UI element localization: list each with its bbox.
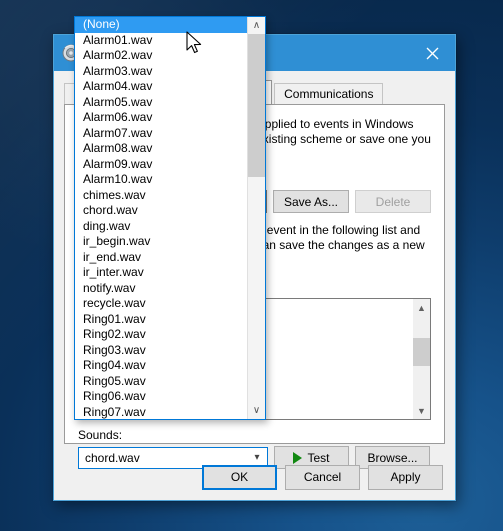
dropdown-item[interactable]: Ring07.wav	[75, 405, 247, 420]
cancel-button[interactable]: Cancel	[285, 464, 360, 490]
dropdown-item[interactable]: (None)	[75, 17, 247, 33]
sounds-label: Sounds:	[78, 428, 123, 442]
close-icon	[426, 47, 438, 59]
dropdown-item[interactable]: Alarm01.wav	[75, 33, 247, 49]
dropdown-item[interactable]: Alarm06.wav	[75, 110, 247, 126]
dropdown-item[interactable]: chord.wav	[75, 203, 247, 219]
dropdown-item[interactable]: Alarm07.wav	[75, 126, 247, 142]
delete-button: Delete	[355, 190, 431, 213]
close-button[interactable]	[409, 35, 455, 71]
dropdown-item[interactable]: ir_begin.wav	[75, 234, 247, 250]
dropdown-item[interactable]: Alarm02.wav	[75, 48, 247, 64]
dropdown-scroll-thumb[interactable]	[248, 34, 265, 177]
dropdown-item[interactable]: Alarm03.wav	[75, 64, 247, 80]
dropdown-item[interactable]: ir_inter.wav	[75, 265, 247, 281]
dropdown-item[interactable]: Alarm09.wav	[75, 157, 247, 173]
scroll-up-icon[interactable]: ▲	[413, 299, 430, 316]
dropdown-item[interactable]: Alarm04.wav	[75, 79, 247, 95]
save-as-button[interactable]: Save As...	[272, 190, 349, 213]
scroll-up-icon[interactable]: ∧	[248, 17, 265, 34]
apply-button[interactable]: Apply	[368, 464, 443, 490]
dropdown-item[interactable]: ding.wav	[75, 219, 247, 235]
dropdown-item[interactable]: Alarm08.wav	[75, 141, 247, 157]
dialog-footer: OK Cancel Apply	[54, 454, 455, 500]
ok-button[interactable]: OK	[202, 464, 277, 490]
scroll-down-icon[interactable]: ∨	[248, 402, 265, 419]
dropdown-item[interactable]: Ring04.wav	[75, 358, 247, 374]
dropdown-item[interactable]: Ring05.wav	[75, 374, 247, 390]
dropdown-item[interactable]: ir_end.wav	[75, 250, 247, 266]
dropdown-scrollbar[interactable]: ∧ ∨	[247, 17, 265, 419]
dropdown-item[interactable]: Alarm10.wav	[75, 172, 247, 188]
dropdown-item[interactable]: notify.wav	[75, 281, 247, 297]
dropdown-item[interactable]: Ring02.wav	[75, 327, 247, 343]
tab-communications[interactable]: Communications	[274, 83, 384, 104]
scroll-down-icon[interactable]: ▼	[413, 402, 430, 419]
dropdown-item[interactable]: recycle.wav	[75, 296, 247, 312]
events-scroll-thumb[interactable]	[413, 338, 430, 366]
tab-communications-label: Communications	[284, 87, 374, 101]
dropdown-item[interactable]: chimes.wav	[75, 188, 247, 204]
dropdown-item[interactable]: Ring06.wav	[75, 389, 247, 405]
dropdown-item[interactable]: Alarm05.wav	[75, 95, 247, 111]
dropdown-item[interactable]: Ring03.wav	[75, 343, 247, 359]
sound-file-dropdown-list[interactable]: (None) Alarm01.wav Alarm02.wav Alarm03.wav A…	[74, 16, 266, 420]
dropdown-item[interactable]: Ring01.wav	[75, 312, 247, 328]
dropdown-items[interactable]: (None) Alarm01.wav Alarm02.wav Alarm03.wav A…	[75, 17, 247, 419]
